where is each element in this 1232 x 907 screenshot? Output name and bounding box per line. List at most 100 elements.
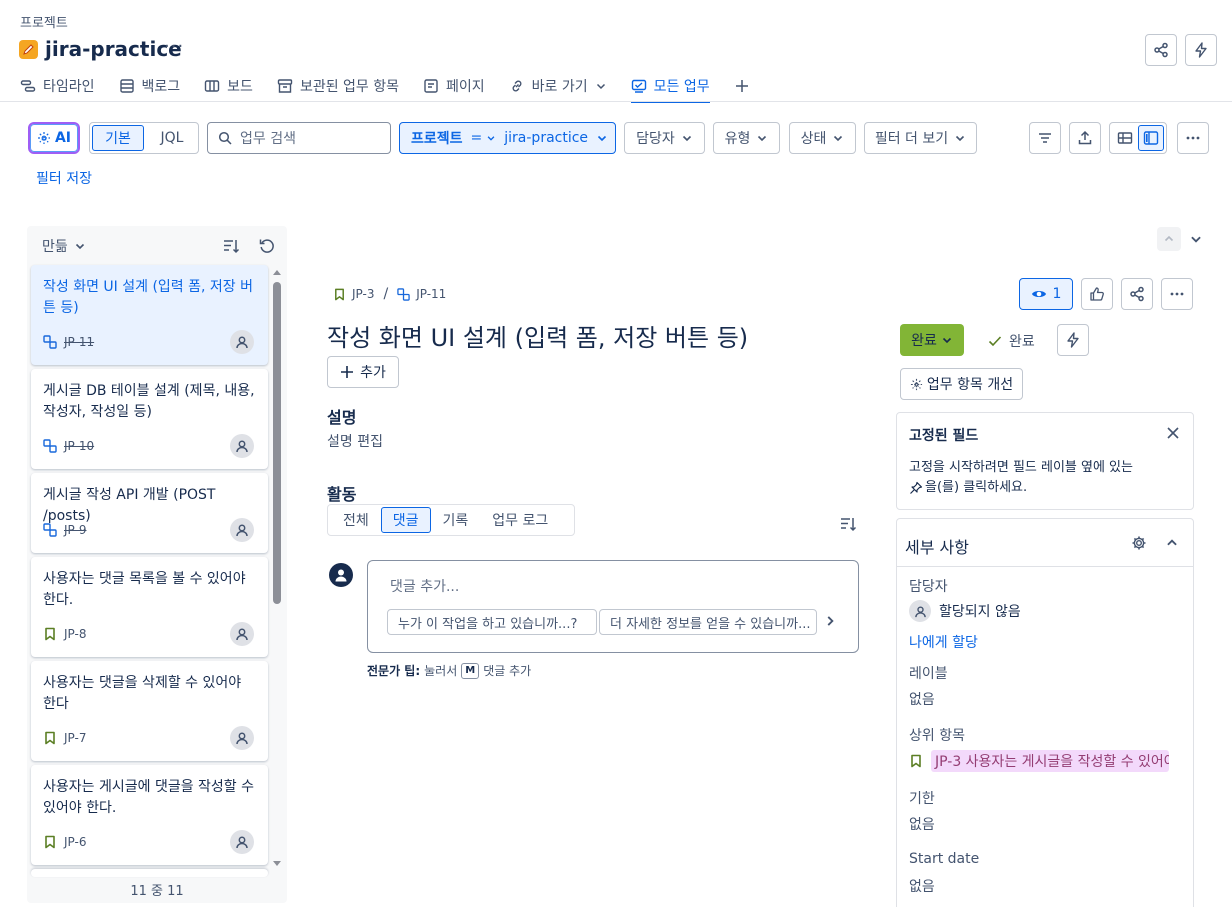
assignee-value: 할당되지 않음 xyxy=(939,604,1021,620)
watch-count: 1 xyxy=(1052,286,1062,302)
share-button[interactable] xyxy=(1145,34,1177,66)
breadcrumb[interactable]: 프로젝트 xyxy=(20,12,68,31)
share-icon xyxy=(1154,42,1168,58)
issue-key-link[interactable]: JP-11 xyxy=(416,287,446,301)
list-item[interactable]: 작성 화면 UI 설계 (입력 폼, 저장 버튼 등) JP-11 xyxy=(31,265,268,365)
project-more-button[interactable]: ··· xyxy=(164,36,184,57)
plus-icon xyxy=(341,366,354,378)
due-date-value[interactable]: 없음 xyxy=(909,814,935,834)
issue-more-button[interactable] xyxy=(1161,278,1193,310)
description-editor[interactable]: 설명 편집 xyxy=(327,431,383,451)
add-label: 추가 xyxy=(360,365,386,381)
automation-button[interactable] xyxy=(1057,324,1089,356)
type-filter[interactable]: 유형 xyxy=(713,122,780,154)
more-actions-button[interactable] xyxy=(1177,122,1209,154)
assignee-filter[interactable]: 담당자 xyxy=(624,122,705,154)
chevron-up-icon xyxy=(1167,539,1177,546)
add-tab-button[interactable] xyxy=(734,74,750,98)
list-view-button[interactable] xyxy=(1112,125,1138,151)
details-collapse-button[interactable] xyxy=(1165,536,1179,550)
tab-archived[interactable]: 보관된 업무 항목 xyxy=(277,74,399,98)
more-filters-button[interactable]: 필터 더 보기 xyxy=(864,122,977,154)
prev-issue-button[interactable] xyxy=(1157,227,1181,251)
start-date-value[interactable]: 없음 xyxy=(909,876,935,896)
automation-button[interactable] xyxy=(1185,34,1217,66)
mode-jql-button[interactable]: JQL xyxy=(150,130,194,146)
list-item-key: JP-8 xyxy=(43,627,86,641)
vote-button[interactable] xyxy=(1081,278,1113,310)
next-issue-button[interactable] xyxy=(1189,232,1203,246)
tab-shortcuts[interactable]: 바로 가기 xyxy=(509,74,607,98)
assign-to-me-link[interactable]: 나에게 할당 xyxy=(909,632,978,652)
pro-tip: 전문가 팁: 눌러서 M 댓글 추가 xyxy=(367,662,531,679)
link-icon xyxy=(512,80,522,92)
export-button[interactable] xyxy=(1069,122,1101,154)
user-icon xyxy=(236,836,248,849)
ai-button[interactable]: AI xyxy=(28,122,80,154)
comment-suggestion[interactable]: 더 자세한 정보를 얻을 수 있습니까... xyxy=(599,609,817,635)
status-dropdown[interactable]: 완료 xyxy=(900,324,964,356)
header-divider xyxy=(0,101,1232,102)
split-view-icon xyxy=(1143,131,1159,145)
user-icon xyxy=(335,569,347,582)
save-filter-link[interactable]: 필터 저장 xyxy=(36,168,92,188)
tab-label: 타임라인 xyxy=(43,79,95,95)
sort-dropdown[interactable]: 만듦 xyxy=(42,236,86,256)
assignee-field[interactable]: 할당되지 않음 xyxy=(909,600,1021,622)
scroll-up-arrow[interactable] xyxy=(272,268,282,276)
status-filter[interactable]: 상태 xyxy=(789,122,856,154)
table-icon xyxy=(1117,132,1133,144)
list-item[interactable]: 게시글 DB 테이블 설계 (제목, 내용, 작성자, 작성일 등) JP-10 xyxy=(31,369,268,469)
detail-view-button[interactable] xyxy=(1138,125,1164,151)
avatar xyxy=(230,434,254,458)
watch-button[interactable]: 1 xyxy=(1019,278,1073,310)
activity-tab-all[interactable]: 전체 xyxy=(331,507,381,533)
activity-tab-comments[interactable]: 댓글 xyxy=(380,507,431,533)
search-input[interactable]: 업무 검색 xyxy=(207,122,391,154)
mode-basic-button[interactable]: 기본 xyxy=(92,125,144,151)
list-item[interactable]: 사용자는 게시글에 댓글을 작성할 수 있어야 한다. JP-6 xyxy=(31,765,268,865)
share-button[interactable] xyxy=(1121,278,1153,310)
activity-tab-worklog[interactable]: 업무 로그 xyxy=(480,507,560,533)
scroll-down-arrow[interactable] xyxy=(272,860,282,868)
user-icon xyxy=(914,605,926,617)
archive-icon xyxy=(277,79,293,93)
subtask-icon xyxy=(43,439,57,453)
project-filter[interactable]: 프로젝트 = jira-practice xyxy=(399,122,616,154)
list-item[interactable]: 게시글 작성 API 개발 (POST /posts) JP-9 xyxy=(31,473,268,553)
comment-input[interactable]: 댓글 추가... 누가 이 작업을 하고 있습니까...? 더 자세한 정보를 … xyxy=(367,560,859,653)
project-title: jira-practice xyxy=(45,37,182,61)
tab-all-work[interactable]: 모든 업무 xyxy=(630,74,710,103)
sort-order-button[interactable] xyxy=(222,237,240,255)
suggestions-next-button[interactable] xyxy=(823,614,837,628)
issue-breadcrumb: JP-3 / JP-11 xyxy=(333,286,446,302)
resolution-label: 완료 xyxy=(1009,334,1035,350)
details-settings-button[interactable] xyxy=(1131,535,1147,551)
list-item-title: 게시글 작성 API 개발 (POST /posts) xyxy=(43,487,216,524)
improve-issue-button[interactable]: 업무 항목 개선 xyxy=(900,368,1023,400)
check-icon xyxy=(988,336,1002,347)
search-placeholder: 업무 검색 xyxy=(240,131,296,147)
add-button[interactable]: 추가 xyxy=(327,356,399,388)
parent-key-link[interactable]: JP-3 xyxy=(352,287,374,301)
tab-backlog[interactable]: 백로그 xyxy=(119,74,180,98)
refresh-button[interactable] xyxy=(258,237,276,255)
list-item[interactable]: 사용자는 댓글 목록을 볼 수 있어야 한다. JP-8 xyxy=(31,557,268,657)
comment-suggestion[interactable]: 누가 이 작업을 하고 있습니까...? xyxy=(387,609,597,635)
user-icon xyxy=(236,628,248,641)
issue-title[interactable]: 작성 화면 UI 설계 (입력 폼, 저장 버튼 등) xyxy=(327,318,748,353)
parent-field[interactable]: JP-3 사용자는 게시글을 작성할 수 있어야 한다. xyxy=(909,750,1169,772)
filter-options-button[interactable] xyxy=(1029,122,1061,154)
user-icon xyxy=(236,524,248,537)
list-item-key: JP-10 xyxy=(43,439,94,453)
labels-value[interactable]: 없음 xyxy=(909,689,935,709)
tab-pages[interactable]: 페이지 xyxy=(423,74,485,98)
close-button[interactable] xyxy=(1165,425,1181,441)
tab-timeline[interactable]: 타임라인 xyxy=(20,74,95,98)
tab-label: 페이지 xyxy=(446,79,485,95)
activity-tab-history[interactable]: 기록 xyxy=(431,507,481,533)
list-scrollbar[interactable] xyxy=(273,282,281,604)
tab-board[interactable]: 보드 xyxy=(204,74,253,98)
list-item[interactable]: 사용자는 댓글을 삭제할 수 있어야 한다 JP-7 xyxy=(31,661,268,761)
activity-sort-button[interactable] xyxy=(839,515,857,533)
